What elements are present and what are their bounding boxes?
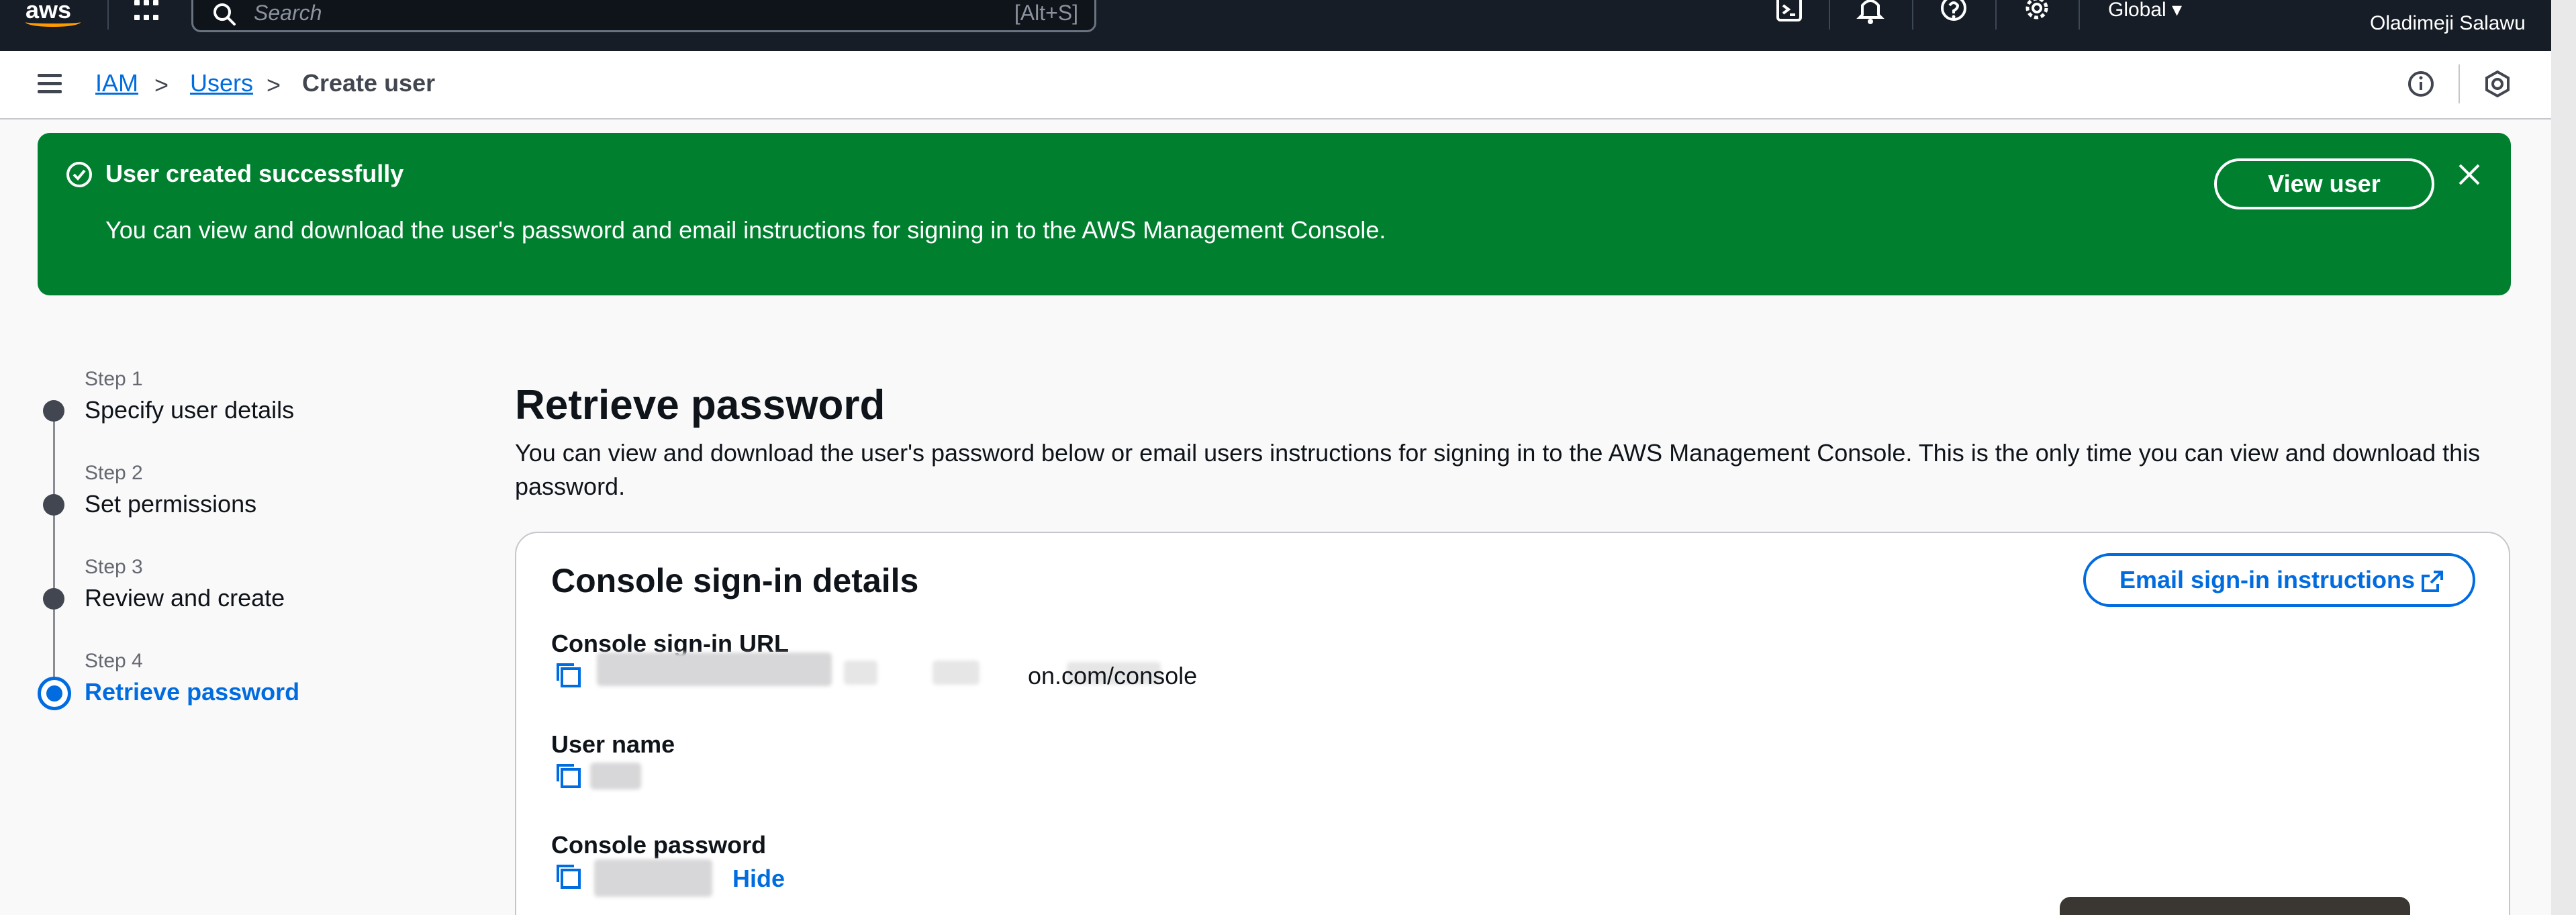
step-name: Review and create (85, 584, 285, 612)
account-menu[interactable]: Oladimeji Salawu (2370, 12, 2526, 35)
nav-divider (1829, 0, 1830, 30)
redacted-url (933, 661, 980, 685)
page-description: You can view and download the user's pas… (515, 439, 2481, 500)
nav-divider (107, 0, 109, 30)
step-name-active: Retrieve password (85, 678, 300, 706)
nav-divider (1995, 0, 1997, 30)
nav-divider (2079, 0, 2080, 30)
redacted-url (597, 653, 832, 686)
step-dot (43, 400, 64, 422)
search-placeholder: Search (254, 1, 322, 25)
step-label: Step 2 (85, 462, 143, 484)
success-flashbar: User created successfully You can view a… (38, 133, 2511, 295)
search-box[interactable]: Search [Alt+S] (191, 0, 1096, 32)
step-dot-active (38, 677, 71, 710)
breadcrumb-current: Create user (302, 69, 436, 97)
console-sign-in-card: Console sign-in details Email sign-in in… (515, 532, 2510, 915)
chevron-right-icon: > (154, 71, 169, 99)
step-name: Specify user details (85, 396, 295, 424)
copy-icon[interactable] (554, 862, 583, 892)
email-button-label: Email sign-in instructions (2119, 566, 2416, 593)
step-label: Step 4 (85, 650, 143, 672)
flash-title: User created successfully (105, 160, 404, 187)
gear-icon[interactable] (2022, 0, 2052, 27)
flash-message: You can view and download the user's pas… (105, 216, 1386, 244)
breadcrumb-users[interactable]: Users (190, 69, 253, 97)
view-user-button[interactable]: View user (2214, 158, 2434, 209)
search-shortcut: [Alt+S] (1014, 1, 1078, 25)
steps-connector (53, 415, 55, 697)
aws-logo[interactable]: aws (26, 0, 81, 27)
email-sign-in-instructions-button[interactable]: Email sign-in instructions (2083, 553, 2475, 607)
redacted-user-name (590, 763, 641, 789)
copy-icon[interactable] (554, 761, 583, 791)
hide-password-link[interactable]: Hide (732, 865, 785, 893)
sign-in-url-value: on.com/console (1028, 662, 1198, 689)
card-title: Console sign-in details (551, 562, 919, 599)
bell-icon[interactable] (1856, 0, 1885, 27)
step-dot (43, 588, 64, 610)
aws-smile-icon (26, 17, 81, 27)
page-title: Retrieve password (515, 382, 886, 428)
top-navigation: aws Search [Alt+S] Global ▾ Oladimeji Sa… (0, 0, 2576, 51)
help-panel-icon[interactable] (2483, 69, 2512, 99)
chevron-right-icon: > (267, 71, 281, 99)
redacted-url (844, 661, 877, 685)
page-scrollbar[interactable] (2551, 0, 2576, 915)
breadcrumb-iam[interactable]: IAM (95, 69, 138, 97)
cloudshell-icon[interactable] (1775, 0, 1805, 27)
bottom-popup-tab[interactable] (2060, 897, 2410, 915)
external-link-icon (2422, 571, 2443, 592)
user-name-label: User name (551, 730, 675, 758)
search-icon (213, 3, 236, 26)
help-icon[interactable] (1939, 0, 1968, 27)
close-icon[interactable] (2454, 160, 2484, 189)
step-dot (43, 494, 64, 516)
nav-divider (1912, 0, 1913, 30)
step-label: Step 1 (85, 368, 143, 390)
redacted-password (594, 859, 712, 897)
breadcrumb-bar: IAM > Users > Create user (0, 51, 2551, 119)
copy-icon[interactable] (554, 661, 583, 690)
step-label: Step 3 (85, 556, 143, 578)
info-icon[interactable] (2406, 69, 2436, 99)
step-name: Set permissions (85, 490, 257, 518)
divider (2459, 64, 2460, 103)
services-grid-icon[interactable] (134, 0, 162, 26)
region-selector[interactable]: Global ▾ (2108, 0, 2182, 20)
success-check-icon (66, 162, 92, 187)
console-password-label: Console password (551, 831, 767, 859)
menu-icon[interactable] (38, 74, 62, 95)
